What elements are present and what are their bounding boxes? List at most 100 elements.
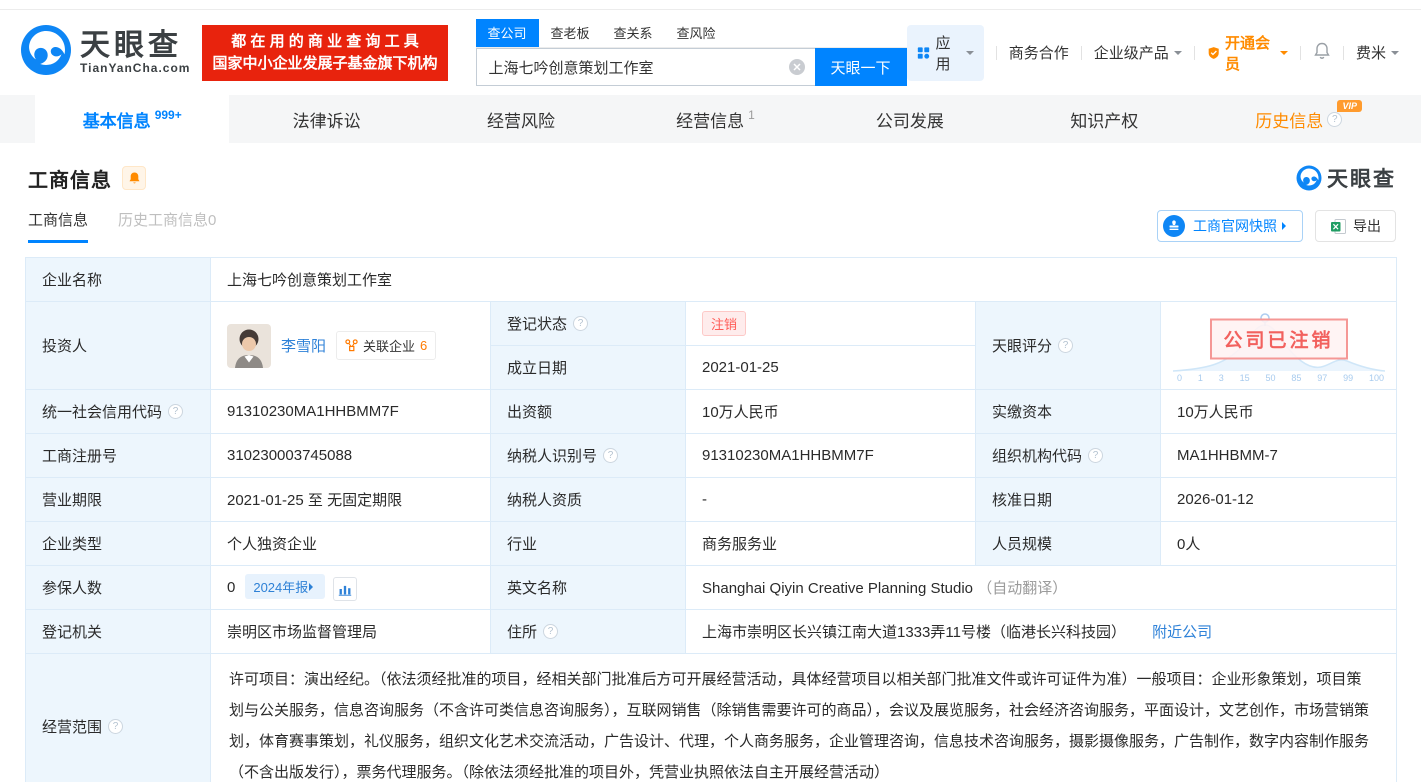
nav-open-vip-label: 开通会员 bbox=[1225, 32, 1275, 74]
related-companies-badge[interactable]: 关联企业 6 bbox=[336, 331, 436, 360]
table-row: 企业类型 个人独资企业 行业 商务服务业 人员规模 0人 bbox=[26, 522, 1397, 566]
related-companies-label: 关联企业 bbox=[363, 336, 415, 355]
taxpayer-quality-value: - bbox=[686, 478, 976, 522]
address-value: 上海市崇明区长兴镇江南大道1333弄11号楼（临港长兴科技园） 附近公司 bbox=[686, 610, 1397, 654]
divider bbox=[996, 46, 997, 60]
search-button[interactable]: 天眼一下 bbox=[815, 48, 907, 86]
official-snapshot-button[interactable]: 工商官网快照 bbox=[1157, 210, 1303, 242]
help-icon[interactable]: ? bbox=[1327, 112, 1342, 127]
business-term-value: 2021-01-25 至 无固定期限 bbox=[211, 478, 491, 522]
tianyancha-watermark: 天眼查 bbox=[1296, 163, 1396, 193]
business-info-table: 企业名称 上海七吟创意策划工作室 投资人 李雪阳 关联企 bbox=[25, 257, 1397, 782]
export-button[interactable]: 导出 bbox=[1315, 210, 1396, 242]
subtab-history-business-info[interactable]: 历史工商信息0 bbox=[118, 209, 216, 243]
search-tab-risk[interactable]: 查风险 bbox=[665, 19, 728, 47]
tab-intellectual-property[interactable]: 知识产权 bbox=[1007, 95, 1201, 143]
search-tab-boss[interactable]: 查老板 bbox=[539, 19, 602, 47]
help-icon[interactable]: ? bbox=[543, 624, 558, 639]
section-title: 工商信息 bbox=[28, 164, 112, 193]
divider bbox=[1343, 46, 1344, 60]
official-snapshot-label: 工商官网快照 bbox=[1193, 216, 1277, 236]
investor-label: 投资人 bbox=[26, 302, 211, 390]
tab-company-development[interactable]: 公司发展 bbox=[813, 95, 1007, 143]
help-icon[interactable]: ? bbox=[1058, 338, 1073, 353]
arrow-right-icon bbox=[1282, 222, 1290, 230]
tab-legal[interactable]: 法律诉讼 bbox=[229, 95, 423, 143]
approval-date-value: 2026-01-12 bbox=[1161, 478, 1397, 522]
notification-bell-icon[interactable] bbox=[1313, 41, 1331, 64]
company-name-label: 企业名称 bbox=[26, 258, 211, 302]
nav-apps[interactable]: 应用 bbox=[907, 25, 984, 81]
search-module: 查公司 查老板 查关系 查风险 天眼一下 bbox=[476, 19, 907, 86]
tab-history-info-label: 历史信息 bbox=[1255, 107, 1323, 132]
tab-operation-info[interactable]: 经营信息 1 bbox=[618, 95, 812, 143]
help-icon[interactable]: ? bbox=[1088, 448, 1103, 463]
promo-line1: 都 在 用 的 商 业 查 询 工 具 bbox=[212, 31, 437, 53]
related-companies-count: 6 bbox=[420, 338, 427, 353]
nav-open-vip[interactable]: 开通会员 bbox=[1207, 32, 1289, 74]
promo-line2: 国家中小企业发展子基金旗下机构 bbox=[212, 53, 437, 75]
table-row: 营业期限 2021-01-25 至 无固定期限 纳税人资质 - 核准日期 202… bbox=[26, 478, 1397, 522]
tianyancha-logo[interactable]: 天眼查 TianYanCha.com bbox=[20, 24, 190, 81]
tab-basic-info[interactable]: 基本信息 999+ bbox=[35, 95, 229, 143]
network-icon bbox=[345, 339, 358, 352]
logo-domain: TianYanCha.com bbox=[80, 61, 190, 75]
taxpayer-id-value: 91310230MA1HHBMM7F bbox=[686, 434, 976, 478]
insured-value-cell: 0 2024年报 bbox=[211, 566, 491, 610]
tab-basic-info-count: 999+ bbox=[155, 108, 182, 122]
search-input[interactable] bbox=[477, 49, 815, 85]
logo-title: 天眼查 bbox=[80, 31, 190, 61]
tab-operation-risk-label: 经营风险 bbox=[487, 107, 555, 132]
export-label: 导出 bbox=[1353, 216, 1381, 236]
subtab-business-info[interactable]: 工商信息 bbox=[28, 209, 88, 243]
taxpayer-id-label: 纳税人识别号? bbox=[491, 434, 686, 478]
page-top-divider bbox=[0, 0, 1421, 10]
tianyancha-swirl-icon bbox=[1296, 165, 1322, 191]
credit-code-label: 统一社会信用代码? bbox=[26, 390, 211, 434]
registry-value: 崇明区市场监督管理局 bbox=[211, 610, 491, 654]
investor-name-link[interactable]: 李雪阳 bbox=[281, 335, 326, 356]
insured-count: 0 bbox=[227, 579, 235, 596]
excel-icon bbox=[1330, 218, 1347, 235]
trend-chart-button[interactable] bbox=[333, 577, 357, 601]
help-icon[interactable]: ? bbox=[603, 448, 618, 463]
taxpayer-quality-label: 纳税人资质 bbox=[491, 478, 686, 522]
monitor-bell-icon[interactable] bbox=[122, 166, 146, 190]
tab-intellectual-property-label: 知识产权 bbox=[1070, 107, 1138, 132]
tab-legal-label: 法律诉讼 bbox=[293, 107, 361, 132]
annual-report-badge[interactable]: 2024年报 bbox=[245, 574, 325, 599]
chevron-down-icon bbox=[1391, 51, 1399, 59]
business-term-label: 营业期限 bbox=[26, 478, 211, 522]
investor-avatar[interactable] bbox=[227, 324, 271, 368]
help-icon[interactable]: ? bbox=[168, 404, 183, 419]
tab-operation-risk[interactable]: 经营风险 bbox=[424, 95, 618, 143]
clear-search-icon[interactable] bbox=[789, 59, 805, 75]
table-row: 登记机关 崇明区市场监督管理局 住所? 上海市崇明区长兴镇江南大道1333弄11… bbox=[26, 610, 1397, 654]
nav-user-label: 费米 bbox=[1356, 42, 1386, 63]
nav-cooperation[interactable]: 商务合作 bbox=[1009, 42, 1069, 63]
stamp-icon bbox=[1162, 214, 1186, 238]
auto-translate-note: （自动翻译） bbox=[977, 580, 1067, 597]
tab-history-info[interactable]: VIP 历史信息 ? bbox=[1202, 95, 1396, 143]
nav-user[interactable]: 费米 bbox=[1356, 42, 1399, 63]
search-tab-company[interactable]: 查公司 bbox=[476, 19, 539, 47]
tyc-score-cell: 0131550859799100 公司已注销 bbox=[1161, 302, 1397, 390]
table-row: 经营范围? 许可项目：演出经纪。（依法须经批准的项目，经相关部门批准后方可开展经… bbox=[26, 654, 1397, 782]
nearby-companies-link[interactable]: 附近公司 bbox=[1152, 624, 1212, 641]
company-tab-bar: 基本信息 999+ 法律诉讼 经营风险 经营信息 1 公司发展 知识产权 VIP… bbox=[0, 95, 1421, 143]
paid-capital-value: 10万人民币 bbox=[1161, 390, 1397, 434]
address-label: 住所? bbox=[491, 610, 686, 654]
search-tab-relation[interactable]: 查关系 bbox=[602, 19, 665, 47]
table-row: 投资人 李雪阳 关联企业 6 bbox=[26, 302, 1397, 346]
nav-enterprise[interactable]: 企业级产品 bbox=[1094, 42, 1182, 63]
org-code-label: 组织机构代码? bbox=[976, 434, 1161, 478]
help-icon[interactable]: ? bbox=[573, 316, 588, 331]
crown-shield-icon bbox=[1207, 45, 1220, 61]
chevron-down-icon bbox=[966, 51, 974, 59]
help-icon[interactable]: ? bbox=[108, 719, 123, 734]
top-nav: 应用 商务合作 企业级产品 开通会员 费米 bbox=[907, 25, 1399, 81]
watermark-title: 天眼查 bbox=[1327, 163, 1396, 193]
arrow-right-icon bbox=[309, 583, 317, 591]
nav-apps-label: 应用 bbox=[936, 32, 960, 74]
chevron-down-icon bbox=[1174, 51, 1182, 59]
